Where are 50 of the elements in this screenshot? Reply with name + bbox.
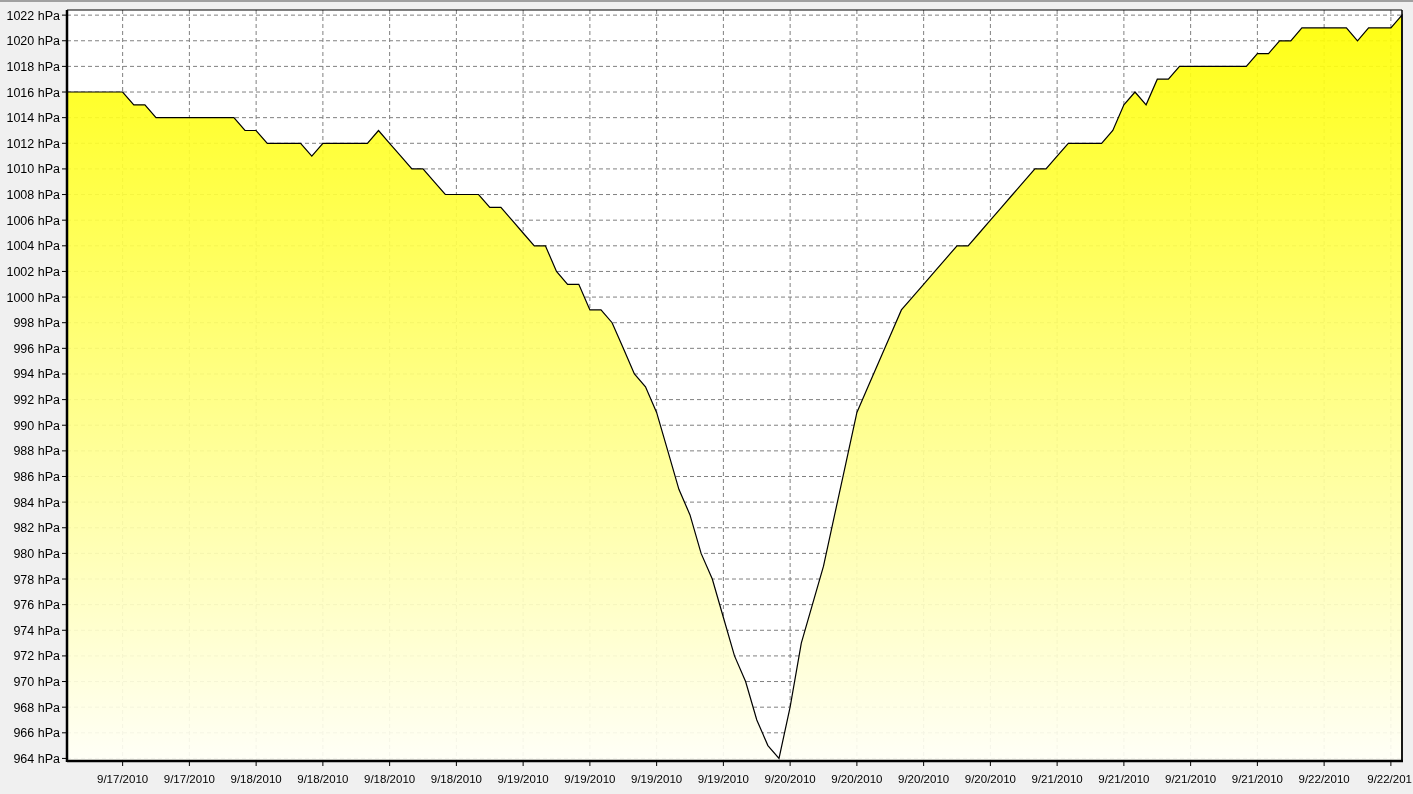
y-axis-label: 982 hPa xyxy=(13,521,60,536)
y-axis-label: 1006 hPa xyxy=(6,213,60,228)
y-axis-label: 1016 hPa xyxy=(6,85,60,100)
x-axis-label: 9/22/201 xyxy=(1367,773,1412,785)
y-axis-label: 1002 hPa xyxy=(6,264,60,279)
x-axis-label: 9/20/2010 xyxy=(831,773,883,785)
x-axis-label: 9/17/2010 xyxy=(97,773,149,785)
y-axis-label: 972 hPa xyxy=(13,649,60,664)
y-axis-label: 964 hPa xyxy=(13,751,60,766)
x-axis-label: 9/17/2010 xyxy=(163,773,215,785)
x-axis-label: 9/18/2010 xyxy=(430,773,482,785)
y-axis-label: 1012 hPa xyxy=(6,136,60,151)
y-axis-label: 986 hPa xyxy=(13,470,60,484)
y-axis-label: 968 hPa xyxy=(13,700,60,715)
y-axis-label: 1010 hPa xyxy=(6,162,60,177)
y-axis-label: 990 hPa xyxy=(13,418,60,433)
y-axis-label: 984 hPa xyxy=(13,495,60,510)
x-axis-label: 9/21/2010 xyxy=(1231,773,1283,785)
x-axis-label: 9/19/2010 xyxy=(497,773,549,785)
y-axis-label: 988 hPa xyxy=(13,444,60,459)
x-axis-label: 9/20/2010 xyxy=(964,773,1016,785)
x-axis-label: 9/20/2010 xyxy=(898,773,950,785)
y-axis-label: 998 hPa xyxy=(13,316,60,331)
y-axis-label: 966 hPa xyxy=(13,726,60,741)
y-axis-label: 1018 hPa xyxy=(6,59,60,74)
y-axis-label: 996 hPa xyxy=(13,341,60,356)
y-axis-label: 992 hPa xyxy=(13,393,60,408)
x-axis-label: 9/19/2010 xyxy=(564,773,616,785)
y-axis-label: 1014 hPa xyxy=(6,111,60,126)
y-axis-label: 1020 hPa xyxy=(6,34,60,49)
x-axis-label: 9/21/2010 xyxy=(1098,773,1150,785)
y-axis-label: 994 hPa xyxy=(13,367,60,382)
x-axis-label: 9/19/2010 xyxy=(631,773,683,785)
x-axis-label: 9/20/2010 xyxy=(764,773,816,785)
y-axis-label: 978 hPa xyxy=(13,572,60,587)
x-axis-label: 9/18/2010 xyxy=(297,773,349,785)
x-axis-label: 9/18/2010 xyxy=(364,773,416,785)
y-axis-label: 1004 hPa xyxy=(6,239,60,254)
y-axis-label: 1008 hPa xyxy=(6,188,60,203)
y-axis-label: 970 hPa xyxy=(13,675,60,690)
x-axis-label: 9/21/2010 xyxy=(1031,773,1083,785)
x-axis-label: 9/21/2010 xyxy=(1165,773,1217,785)
y-axis-label: 980 hPa xyxy=(13,546,60,561)
y-axis-label: 1022 hPa xyxy=(6,8,60,23)
x-axis-label: 9/19/2010 xyxy=(697,773,749,785)
y-axis-label: 976 hPa xyxy=(13,598,60,613)
y-axis-label: 1000 hPa xyxy=(6,290,60,305)
x-axis-label: 9/22/2010 xyxy=(1298,773,1350,785)
y-axis-label: 974 hPa xyxy=(13,623,60,638)
x-axis-label: 9/18/2010 xyxy=(230,773,282,785)
